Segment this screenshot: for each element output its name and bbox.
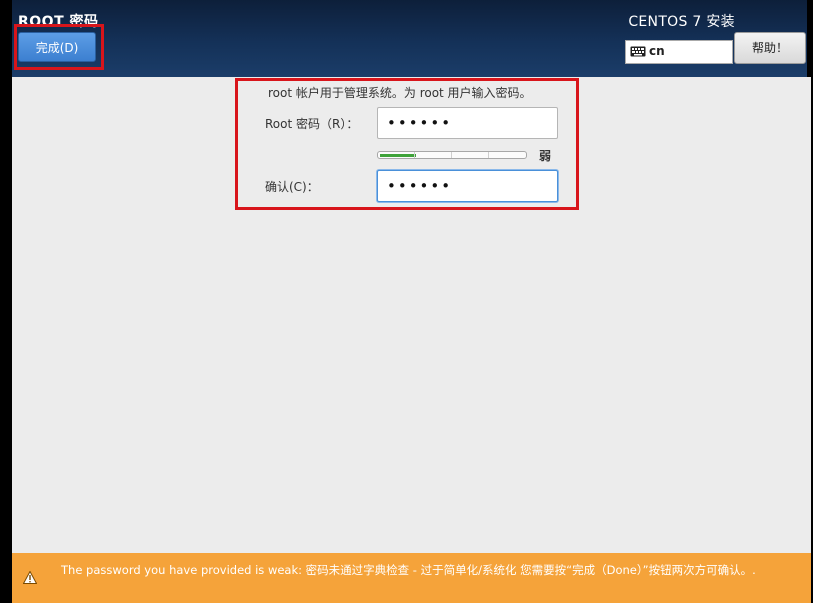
warning-bar[interactable]: The password you have provided is weak: … <box>12 553 811 603</box>
help-button[interactable]: 帮助！ <box>734 32 806 64</box>
keyboard-layout-label: cn <box>649 44 665 58</box>
keyboard-icon <box>630 46 646 57</box>
done-button-highlight <box>14 24 104 70</box>
warning-message: The password you have provided is weak: … <box>61 563 756 577</box>
header-bar: ROOT 密码 完成(D) CENTOS 7 安装 cn 帮助！ <box>12 0 807 77</box>
password-form-highlight <box>235 78 579 210</box>
warning-icon <box>23 571 37 584</box>
left-edge <box>0 0 12 603</box>
keyboard-layout-indicator[interactable]: cn <box>625 40 733 64</box>
product-title: CENTOS 7 安装 <box>628 14 735 30</box>
